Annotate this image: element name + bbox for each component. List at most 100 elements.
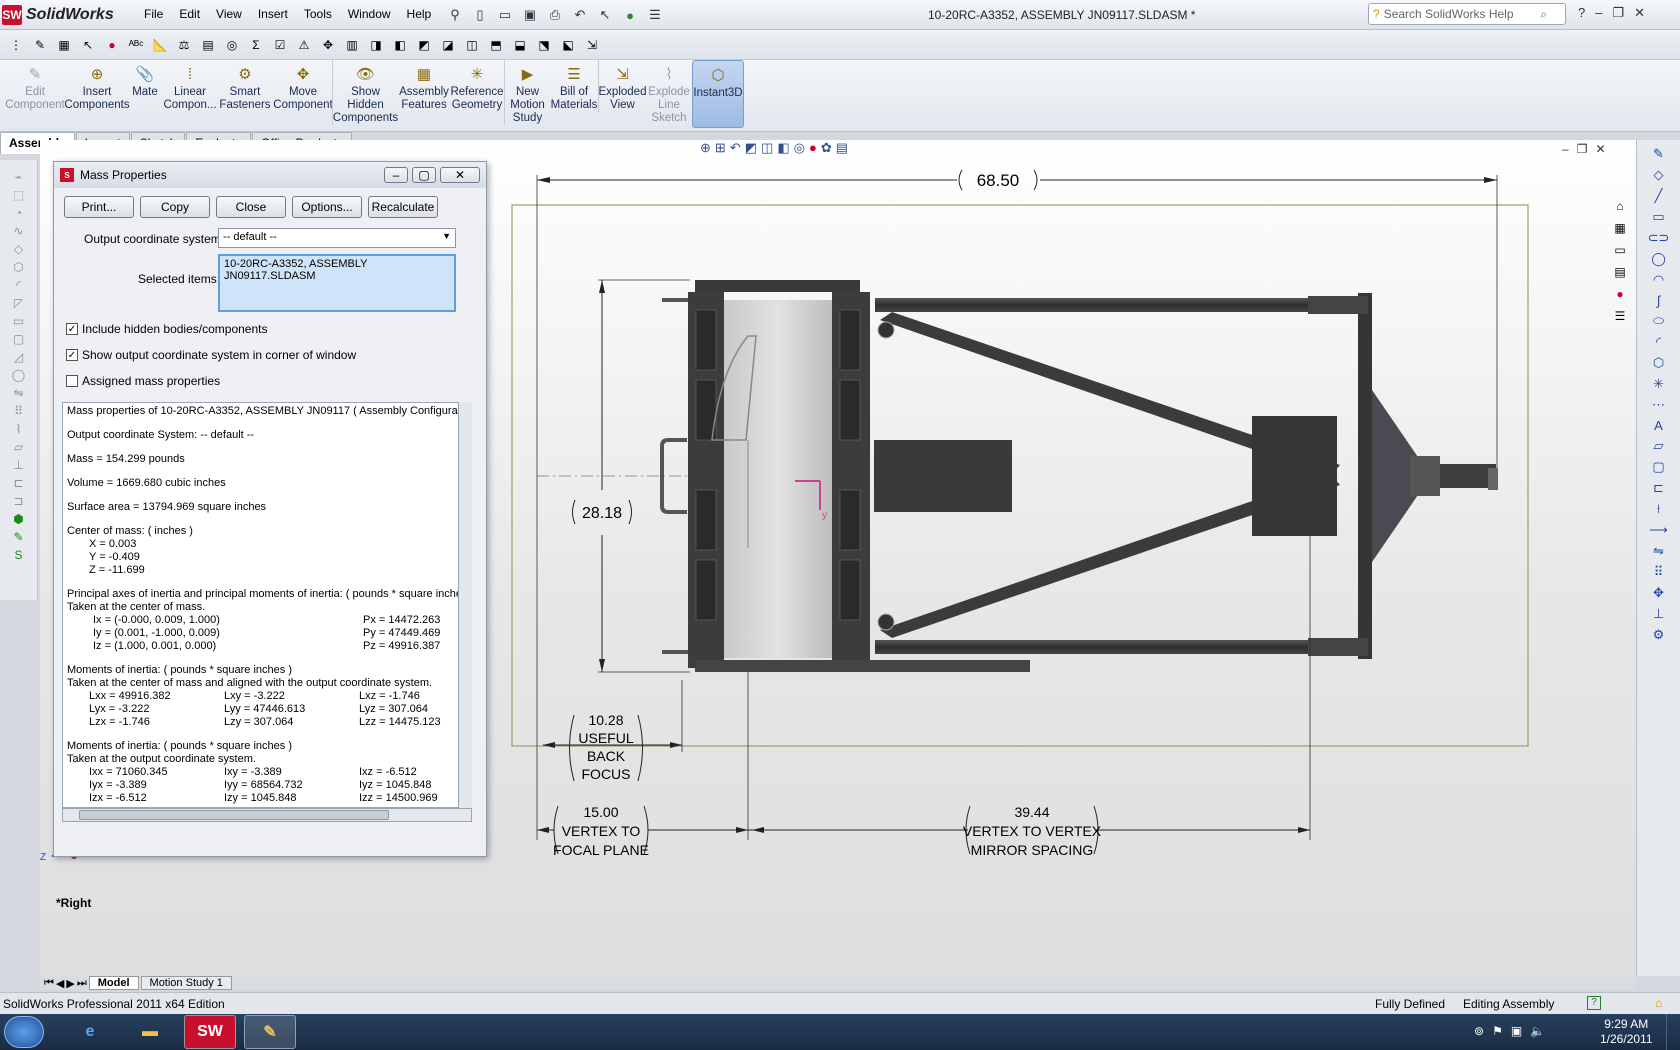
select-icon[interactable]: ↖ [78,35,98,55]
view-settings-icon[interactable]: ▤ [836,140,848,156]
new-document-icon[interactable]: ▯ [469,4,491,26]
spline-icon[interactable]: S [14,548,22,562]
show-cs-checkbox[interactable]: ✓ [66,349,78,361]
home-icon[interactable]: ⌂ [1610,196,1630,216]
loft-icon[interactable]: ◇ [14,242,23,256]
selected-item[interactable]: 10-20RC-A3352, ASSEMBLY JN09117.SLDASM [224,258,367,282]
sketch-icon[interactable]: ⌁ [15,170,22,184]
sum-icon[interactable]: Σ [246,35,266,55]
cmd-motion-study[interactable]: ▶ New Motion Study [504,60,550,125]
check-icon[interactable]: ☑ [270,35,290,55]
top-view-icon[interactable]: ⬒ [486,35,506,55]
status-tag-icon[interactable]: ⌂ [1655,996,1662,1010]
curves-icon[interactable]: ⌇ [16,422,22,436]
back-view-icon[interactable]: ◩ [414,35,434,55]
extrude-icon[interactable]: ⬚ [13,188,24,202]
hide-show-icon[interactable]: ◎ [794,140,805,156]
viewport-minimize-icon[interactable]: – [1562,142,1569,156]
shell-icon[interactable]: ▢ [13,332,24,346]
paint-taskbar-icon[interactable]: ✎ [244,1015,296,1049]
pin-icon[interactable]: ⚲ [444,4,466,26]
move-icon[interactable]: ✥ [318,35,338,55]
draft-icon[interactable]: ◿ [14,350,23,364]
instant3d-side-icon[interactable]: ⬢ [13,512,23,526]
fillet-sketch-icon[interactable]: ◜ [1656,334,1661,350]
file-properties-icon[interactable]: ☰ [644,4,666,26]
zoom-area-icon[interactable]: ⊞ [715,140,726,156]
tray-flag-icon[interactable]: ⚑ [1492,1024,1503,1038]
save-icon[interactable]: ▣ [519,4,541,26]
section-properties-icon[interactable]: ▤ [198,35,218,55]
print-icon[interactable]: ⎙ [544,4,566,26]
menu-tools[interactable]: Tools [296,6,340,22]
line-icon[interactable]: ╱ [1655,188,1663,204]
cmd-assembly-features[interactable]: ▦ Assembly Features [398,60,450,112]
tab-model[interactable]: Model [88,976,139,990]
text-tool-icon[interactable]: A [1654,418,1663,433]
cmd-instant3d[interactable]: ⬡ Instant3D [692,60,744,128]
appearances-icon[interactable]: ● [1610,284,1630,304]
hole-icon[interactable]: ◯ [12,368,25,382]
revolve-icon[interactable]: ◔ [15,206,22,220]
normal-to-icon[interactable]: ⇲ [582,35,602,55]
menu-edit[interactable]: Edit [171,6,208,22]
sheet-metal-icon[interactable]: ⊏ [13,476,23,490]
statistics-icon[interactable]: ▥ [342,35,362,55]
edit-component-icon[interactable]: ✎ [30,35,50,55]
sweep-icon[interactable]: ∿ [13,224,23,238]
edit-appearance-icon[interactable]: ● [809,140,817,156]
viewport-restore-icon[interactable]: ❐ [1577,142,1588,156]
cmd-bom[interactable]: ☰ Bill of Materials [550,60,598,112]
menu-window[interactable]: Window [340,6,399,22]
restore-icon[interactable]: ❐ [1612,5,1624,21]
chamfer-icon[interactable]: ◸ [14,296,23,310]
cmd-show-hidden[interactable]: 👁 Show Hidden Components [332,60,398,125]
solidworks-logo[interactable]: SW SolidWorks [2,3,132,27]
start-button[interactable] [4,1016,44,1048]
smart-dimension-icon[interactable]: ✎ [13,530,23,544]
fillet-icon[interactable]: ◜ [16,278,21,292]
design-library-icon[interactable]: ▭ [1610,240,1630,260]
cmd-mate[interactable]: 📎 Mate [126,60,164,99]
cmd-edit-component[interactable]: ✎ Edit Component [2,60,68,112]
cmd-exploded-view[interactable]: ⇲ Exploded View [598,60,646,112]
slot-icon[interactable]: ⊂⊃ [1648,230,1670,246]
scrollbar-thumb[interactable] [79,810,389,820]
sensor-icon[interactable]: ⚠ [294,35,314,55]
tray-volume-icon[interactable]: 🔈 [1530,1024,1545,1038]
solidworks-taskbar-icon[interactable]: SW [184,1015,236,1049]
show-desktop-button[interactable] [1666,1014,1680,1050]
cmd-explode-line[interactable]: ⌇ Explode Line Sketch [646,60,692,125]
appearance-icon[interactable]: ● [102,35,122,55]
mass-report-text[interactable]: Mass properties of 10-20RC-A3352, ASSEMB… [62,402,472,808]
status-help-icon[interactable]: ? [1587,996,1601,1010]
undo-icon[interactable]: ↶ [569,4,591,26]
offset-icon[interactable]: ⊏ [1653,480,1664,496]
mold-icon[interactable]: ⊐ [13,494,23,508]
menu-file[interactable]: File [136,6,171,22]
assembly-icon[interactable]: ▦ [54,35,74,55]
minimize-icon[interactable]: – [1595,5,1602,21]
relations-icon[interactable]: ⊥ [1653,606,1664,622]
mass-properties-icon[interactable]: ⚖ [174,35,194,55]
help-dropdown-icon[interactable]: ? [1578,5,1585,21]
close-button[interactable]: Close [216,196,286,218]
surface-icon[interactable]: ▱ [14,440,23,454]
interference-icon[interactable]: ◎ [222,35,242,55]
viewport-close-icon[interactable]: ✕ [1595,142,1605,156]
select-arrow-icon[interactable]: ↖ [594,4,616,26]
pattern-sketch-icon[interactable]: ⠿ [1654,564,1664,580]
vertical-scrollbar[interactable] [458,402,472,808]
include-hidden-checkbox[interactable]: ✓ [66,323,78,335]
ellipse-icon[interactable]: ⬭ [1653,313,1664,329]
centerline-icon[interactable]: ⋯ [1652,397,1665,413]
cmd-insert-components[interactable]: ⊕ Insert Components [64,60,129,112]
cmd-smart-fasteners[interactable]: ⚙ Smart Fasteners [216,60,274,112]
isometric-view-icon[interactable]: ⬔ [534,35,554,55]
clock[interactable]: 9:29 AM 1/26/2011 [1600,1017,1653,1047]
menu-insert[interactable]: Insert [250,6,296,22]
measure-icon[interactable]: 📐 [150,35,170,55]
extend-icon[interactable]: ⟶ [1649,522,1668,538]
bottom-view-icon[interactable]: ⬓ [510,35,530,55]
cmd-linear-pattern[interactable]: ⁞ Linear Compon... [163,60,216,112]
